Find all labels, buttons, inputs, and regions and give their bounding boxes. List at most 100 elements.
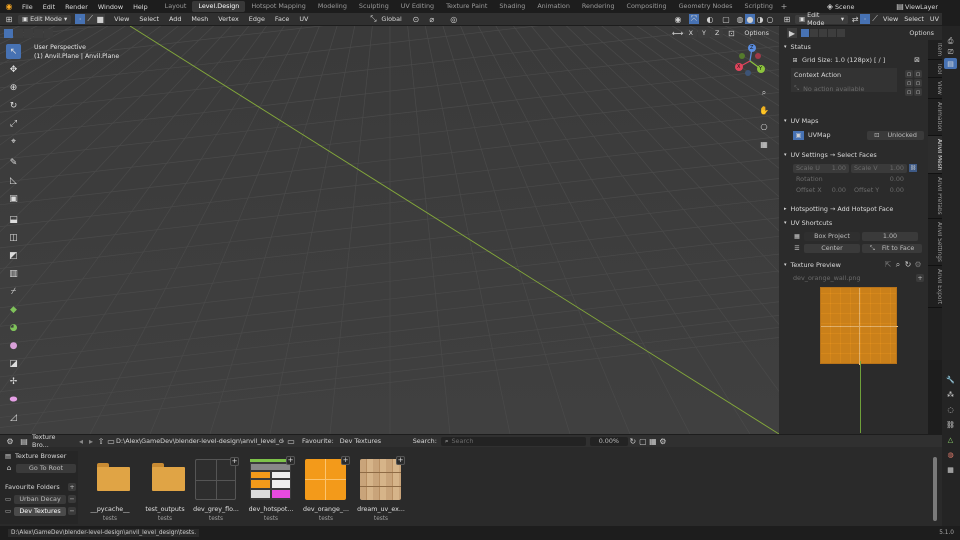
uv-map-name[interactable]: UVMap bbox=[808, 131, 858, 139]
status-section-header[interactable]: ▾ Status bbox=[779, 41, 928, 52]
rotate-tool-icon[interactable]: ↻ bbox=[6, 98, 21, 113]
3d-viewport[interactable]: User Perspective (1) Anvil.Plane | Anvil… bbox=[0, 26, 779, 434]
fb-path[interactable]: D:\Alex\GameDev\blender-level-design\anv… bbox=[116, 437, 284, 445]
visibility-icon[interactable]: ◉ bbox=[673, 14, 683, 24]
knife-tool-icon[interactable]: ⌿ bbox=[6, 284, 21, 299]
uv-sync-icon[interactable]: ⇄ bbox=[850, 14, 860, 24]
uv-menu-uv[interactable]: UV bbox=[927, 15, 942, 23]
camera-view-icon[interactable]: ⎔ bbox=[757, 120, 771, 134]
center-button[interactable]: Center bbox=[804, 243, 860, 253]
menu-select[interactable]: Select bbox=[134, 15, 164, 23]
output-props-icon[interactable]: ⎚ bbox=[944, 47, 957, 58]
tab-modeling[interactable]: Modeling bbox=[312, 1, 353, 12]
tab-compositing[interactable]: Compositing bbox=[621, 1, 673, 12]
shading-solid-icon[interactable]: ● bbox=[745, 14, 755, 24]
fit-to-face-button[interactable]: ⤡ Fit to Face bbox=[862, 243, 922, 253]
menu-help[interactable]: Help bbox=[128, 3, 153, 11]
transform-tool-icon[interactable]: ⌖ bbox=[6, 134, 21, 149]
xray-icon[interactable]: ▢ bbox=[721, 14, 731, 24]
grid-toggle-icon[interactable]: ⊠ bbox=[912, 55, 922, 65]
uv-vertex-icon[interactable]: · bbox=[860, 14, 871, 24]
snap-icon[interactable]: ⌀ bbox=[427, 14, 437, 24]
pivot-icon[interactable]: ⊙ bbox=[411, 14, 421, 24]
fb-tag-icon[interactable]: ▢ bbox=[638, 436, 648, 446]
favourite-dev-textures[interactable]: Dev Textures bbox=[14, 506, 67, 516]
uv-select-box-icon[interactable] bbox=[801, 29, 809, 37]
cursor-tool-icon[interactable]: ✥ bbox=[6, 62, 21, 77]
box-project-button[interactable]: Box Project bbox=[804, 231, 860, 241]
menu-render[interactable]: Render bbox=[60, 3, 93, 11]
shortcut-key-4[interactable]: ▫ bbox=[914, 79, 922, 87]
preview-refresh-icon[interactable]: ↻ bbox=[903, 260, 913, 270]
offset-x-field[interactable]: Offset X 0.00 bbox=[793, 185, 849, 195]
tab-rendering[interactable]: Rendering bbox=[576, 1, 621, 12]
texture-add-button[interactable]: + bbox=[916, 274, 924, 282]
preview-settings-icon[interactable]: ⚙ bbox=[913, 260, 923, 270]
select-extend-icon[interactable] bbox=[14, 28, 23, 38]
measure-tool-icon[interactable]: ◺ bbox=[6, 173, 21, 188]
menu-face[interactable]: Face bbox=[270, 15, 294, 23]
link-scale-icon[interactable]: ⛓ bbox=[909, 164, 917, 172]
menu-window[interactable]: Window bbox=[93, 3, 128, 11]
tab-layout[interactable]: Layout bbox=[159, 1, 193, 12]
menu-vertex[interactable]: Vertex bbox=[213, 15, 244, 23]
menu-view[interactable]: View bbox=[109, 15, 134, 23]
fb-editor-type-icon[interactable]: ⚙ bbox=[5, 436, 15, 446]
edge-slide-tool-icon[interactable]: ◪ bbox=[6, 356, 21, 371]
edge-select-icon[interactable]: ⟋ bbox=[85, 14, 96, 24]
material-props-icon[interactable]: ◍ bbox=[944, 449, 957, 461]
tab-texture-paint[interactable]: Texture Paint bbox=[440, 1, 493, 12]
render-props-icon[interactable]: ⎙ bbox=[944, 36, 957, 47]
fb-settings-icon[interactable]: ⚙ bbox=[658, 436, 668, 446]
extrude-tool-icon[interactable]: ⬓ bbox=[6, 212, 21, 227]
tab-shading[interactable]: Shading bbox=[493, 1, 531, 12]
poly-build-tool-icon[interactable]: ◆ bbox=[6, 302, 21, 317]
favourite-urban-decay[interactable]: Urban Decay bbox=[14, 494, 67, 504]
mirror-x[interactable]: X bbox=[684, 28, 698, 38]
data-props-icon[interactable]: △ bbox=[944, 434, 957, 446]
add-texture-icon[interactable]: + bbox=[286, 456, 295, 465]
shortcut-key-3[interactable]: ▫ bbox=[905, 79, 913, 87]
fb-search-input[interactable]: ⌕ Search bbox=[440, 436, 586, 446]
shortcut-key-6[interactable]: ▫ bbox=[914, 88, 922, 96]
annotate-tool-icon[interactable]: ✎ bbox=[6, 155, 21, 170]
pan-hand-icon[interactable]: ✋ bbox=[757, 103, 771, 117]
uv-shortcuts-section-header[interactable]: ▾ UV Shortcuts bbox=[779, 217, 928, 228]
tab-sculpting[interactable]: Sculpting bbox=[353, 1, 395, 12]
uv-select-invert-icon[interactable] bbox=[828, 29, 836, 37]
rotation-field[interactable]: Rotation 0.00 bbox=[793, 174, 907, 184]
modifier-props-icon[interactable]: 🔧 bbox=[944, 374, 957, 386]
shear-tool-icon[interactable]: ⬬ bbox=[6, 392, 21, 407]
fb-zoom-field[interactable]: 0.00% bbox=[589, 436, 628, 446]
uv-options[interactable]: Options bbox=[909, 29, 934, 37]
shortcut-key-2[interactable]: ▫ bbox=[914, 70, 922, 78]
gizmo-toggle-icon[interactable]: ⤧ bbox=[689, 14, 699, 24]
offset-y-field[interactable]: Offset Y 0.00 bbox=[851, 185, 907, 195]
navigation-gizmo[interactable]: Z Y X bbox=[732, 43, 768, 79]
fb-item-dream-uv[interactable]: + dream_uv_ex... tests bbox=[357, 456, 405, 522]
fb-bookmark-icon[interactable]: ▭ bbox=[286, 436, 296, 446]
tab-scripting[interactable]: Scripting bbox=[739, 1, 779, 12]
view-layer-name[interactable]: ViewLayer bbox=[905, 3, 960, 11]
remove-dev-textures[interactable]: − bbox=[68, 507, 77, 515]
spin-tool-icon[interactable]: ◕ bbox=[6, 320, 21, 335]
proportional-edit-icon[interactable]: ◎ bbox=[449, 14, 459, 24]
menu-mesh[interactable]: Mesh bbox=[186, 15, 213, 23]
overlay-icon[interactable]: ◐ bbox=[705, 14, 715, 24]
uv-select-intersect-icon[interactable] bbox=[837, 29, 845, 37]
tab-uv-editing[interactable]: UV Editing bbox=[395, 1, 440, 12]
menu-file[interactable]: File bbox=[17, 3, 38, 11]
orientation-icon[interactable]: ⤡ bbox=[368, 14, 378, 24]
fb-forward-icon[interactable]: ▸ bbox=[86, 436, 96, 446]
fb-grid-icon[interactable]: ▦ bbox=[648, 436, 658, 446]
fb-parent-icon[interactable]: ⇧ bbox=[96, 436, 106, 446]
select-tool-icon[interactable]: ↖ bbox=[6, 44, 21, 59]
box-project-value[interactable]: 1.00 bbox=[862, 231, 918, 241]
fb-back-icon[interactable]: ◂ bbox=[76, 436, 86, 446]
fb-scrollbar[interactable] bbox=[933, 457, 937, 521]
preview-search-icon[interactable]: ⌕ bbox=[893, 260, 903, 270]
rip-tool-icon[interactable]: ◿ bbox=[6, 410, 21, 425]
blender-logo-icon[interactable]: ◉ bbox=[4, 2, 14, 12]
uv-select-tool-icon[interactable]: ▶ bbox=[787, 28, 797, 38]
uv-select-subtract-icon[interactable] bbox=[819, 29, 827, 37]
